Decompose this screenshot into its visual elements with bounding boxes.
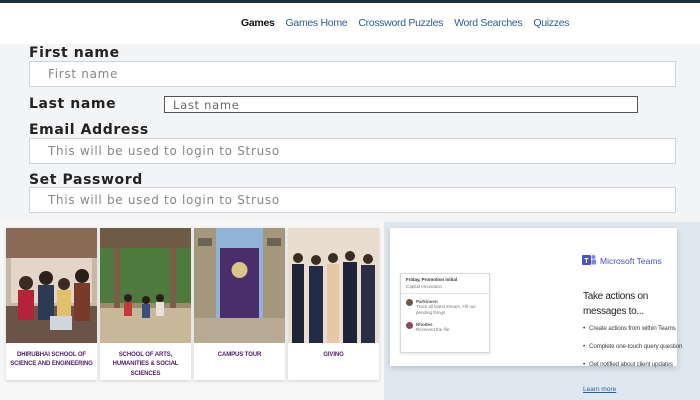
email-address-label: Email Address [29, 122, 149, 138]
svg-text:T: T [584, 258, 589, 265]
avatar [406, 299, 413, 306]
school-card-science[interactable]: Dhirubhai School of Science and Engineer… [6, 228, 97, 380]
card-caption: Dhirubhai School of Science and Engineer… [10, 352, 93, 368]
campus-courtyard-photo [100, 228, 191, 343]
students-lab-photo [6, 228, 97, 343]
campus-tour-card[interactable]: Campus Tour [194, 228, 285, 380]
microsoft-teams-logo: T Microsoft Teams [582, 253, 662, 269]
learn-more-link[interactable]: Learn more [583, 386, 616, 393]
first-name-label: First name [29, 45, 120, 61]
last-name-label: Last name [29, 96, 117, 112]
promo-title: Take actions on messages to... [583, 291, 648, 317]
card-caption: School of Arts, Humanities & Social Scie… [112, 352, 179, 377]
nav-link-word-searches[interactable]: Word Searches [454, 17, 523, 29]
teams-brand-name: Microsoft Teams [600, 256, 662, 266]
email-input[interactable]: This will be used to login to Struso [29, 138, 676, 164]
mock-msg-text: Received the file [416, 326, 450, 332]
promo-bullet-list: Create actions from within Teams Complet… [583, 325, 682, 379]
teams-chat-mockup: Friday, Promotion initial Capital Innova… [400, 273, 490, 353]
card-caption: Campus Tour [217, 352, 262, 358]
first-name-input[interactable]: First name [29, 61, 676, 87]
teams-icon: T [582, 253, 596, 269]
promo-bullet: Complete one-touch query question [583, 343, 682, 350]
school-card-arts[interactable]: School of Arts, Humanities & Social Scie… [100, 228, 191, 380]
mock-subheader: Capital Innovation [401, 284, 489, 294]
games-nav: Games Games Home Crossword Puzzles Word … [241, 17, 570, 29]
nav-link-games-home[interactable]: Games Home [286, 17, 348, 29]
top-navigation-bar: Games Games Home Crossword Puzzles Word … [0, 0, 700, 44]
card-caption: Giving [323, 352, 344, 358]
nav-link-games[interactable]: Games [241, 17, 275, 29]
giving-card[interactable]: Giving [288, 228, 379, 380]
group-photo [288, 228, 379, 343]
last-name-input[interactable]: Last name [164, 96, 638, 113]
password-input[interactable]: This will be used to login to Struso [29, 187, 676, 213]
mock-msg-text: Track all latest stream, Fill our pendin… [416, 304, 476, 315]
avatar [406, 321, 413, 329]
nav-link-crossword-puzzles[interactable]: Crossword Puzzles [358, 17, 443, 29]
campus-building-photo [194, 228, 285, 343]
nav-link-quizzes[interactable]: Quizzes [533, 17, 569, 29]
mock-header: Friday, Promotion initial [406, 277, 458, 282]
promo-bullet: Create actions from within Teams [583, 325, 680, 332]
set-password-label: Set Password [29, 172, 143, 188]
promo-bullet: Get notified about client updates [583, 361, 680, 368]
